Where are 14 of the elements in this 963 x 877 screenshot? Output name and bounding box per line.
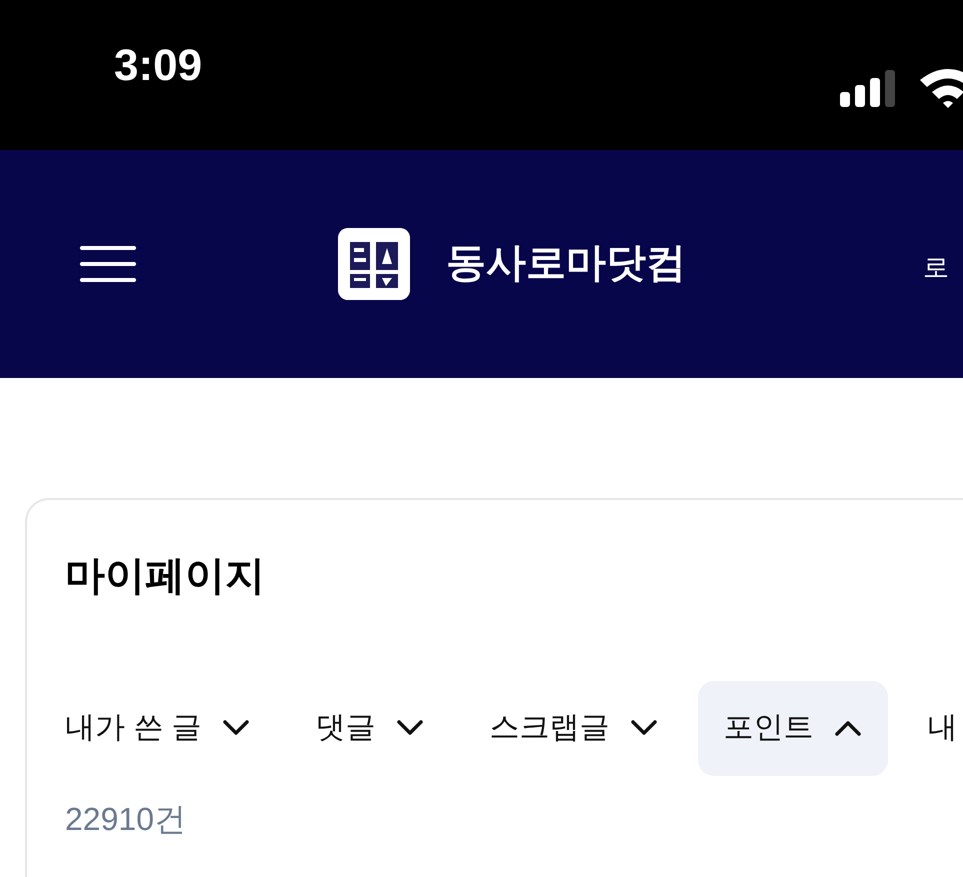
site-title: 동사로마닷컴 xyxy=(446,240,686,286)
wifi-icon xyxy=(918,66,963,108)
signal-icon xyxy=(840,70,898,108)
tab[interactable]: 내가 쓴 글 xyxy=(39,681,276,776)
result-count: 22910건 xyxy=(65,800,187,839)
tab[interactable]: 내 xyxy=(902,681,963,776)
tab[interactable]: 스크랩글 xyxy=(464,681,684,776)
tab[interactable]: 포인트 xyxy=(698,681,888,776)
logo-icon xyxy=(338,228,410,300)
tab[interactable]: 댓글 xyxy=(290,681,450,776)
menu-icon[interactable] xyxy=(80,244,136,284)
status-time: 3:09 xyxy=(114,41,202,91)
login-link[interactable]: 로 xyxy=(923,250,949,285)
page-title: 마이페이지 xyxy=(65,553,266,600)
